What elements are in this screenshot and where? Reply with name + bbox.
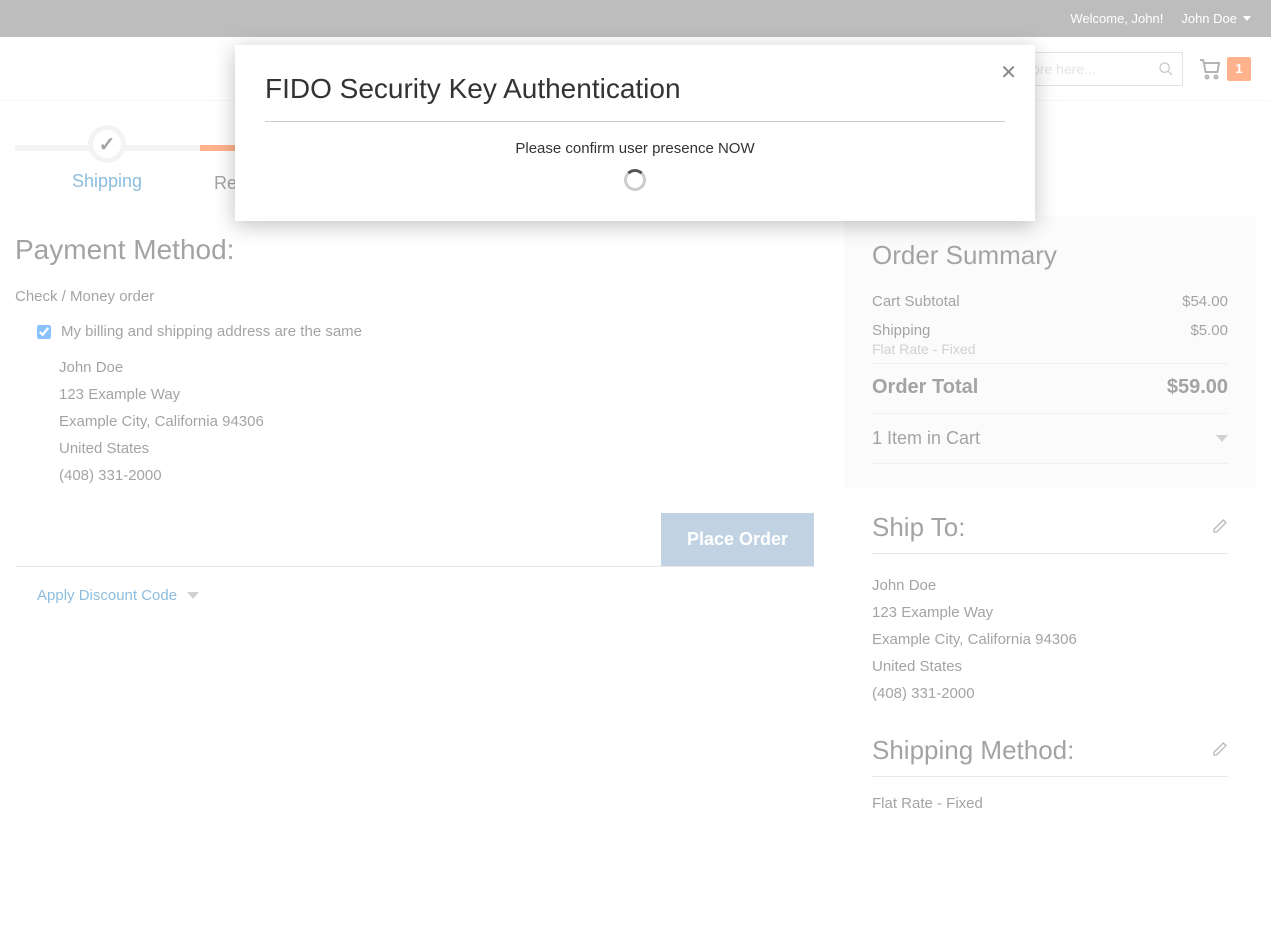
- close-icon: ✕: [1000, 62, 1017, 84]
- spinner-icon: [624, 169, 646, 191]
- modal-message: Please confirm user presence NOW: [265, 140, 1005, 157]
- modal-body: Please confirm user presence NOW: [265, 122, 1005, 191]
- close-button[interactable]: ✕: [1000, 63, 1017, 83]
- fido-auth-modal: ✕ FIDO Security Key Authentication Pleas…: [235, 45, 1035, 221]
- modal-title: FIDO Security Key Authentication: [265, 73, 1005, 122]
